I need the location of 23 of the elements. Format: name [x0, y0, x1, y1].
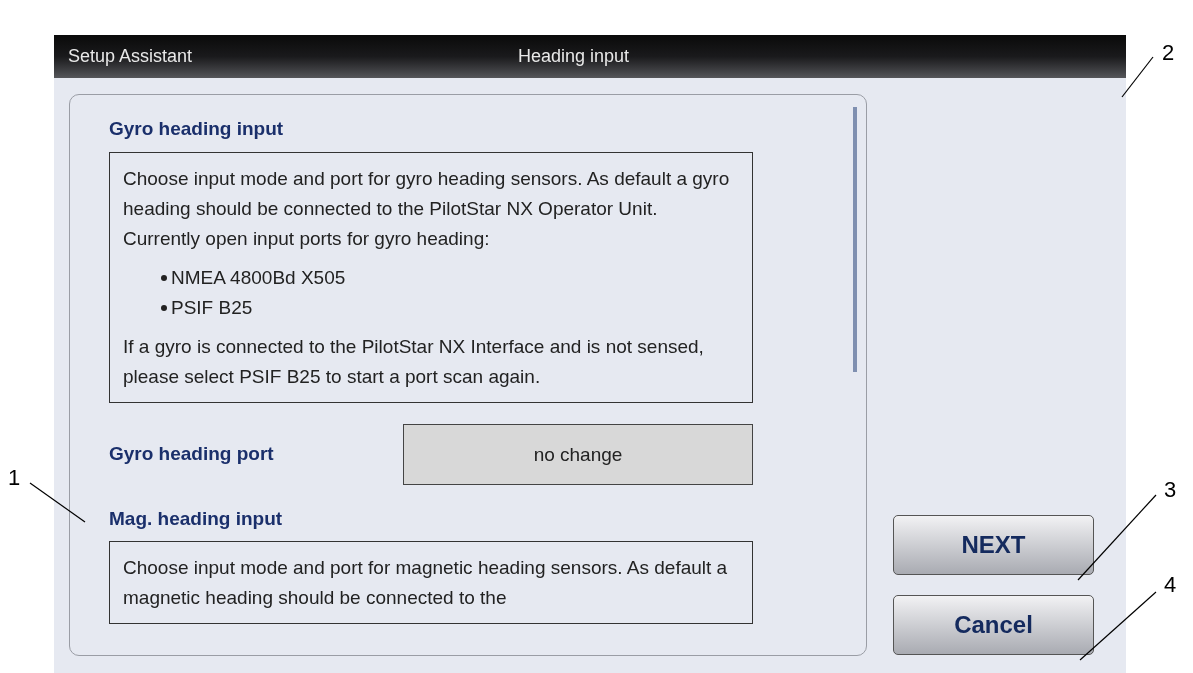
- dialog-button[interactable]: NEXT: [893, 515, 1094, 575]
- info-text: Choose input mode and port for magnetic heading sensors. As default a magnetic heading should be connected to the: [123, 556, 729, 610]
- bullet-icon: [161, 274, 167, 281]
- window-title: Heading input: [518, 45, 630, 68]
- port-name: NMEA 4800Bd X505: [171, 265, 346, 290]
- port-select[interactable]: no change: [403, 423, 753, 485]
- info-text: If a gyro is connected to the PilotStar NX Interface and is not sensed, please select PSIF B25 to start a port scan again.: [123, 334, 705, 389]
- section-heading: Mag. heading input: [109, 506, 284, 531]
- scrollbar-thumb[interactable]: [853, 107, 857, 372]
- callout-number: 3: [1164, 476, 1177, 504]
- leader-line: [1121, 56, 1154, 98]
- dialog-button[interactable]: Cancel: [893, 595, 1094, 655]
- info-text: Currently open input ports for gyro heading:: [123, 226, 491, 251]
- callout-number: 4: [1164, 571, 1177, 599]
- leader-line: [29, 482, 86, 523]
- callout-number: 1: [8, 464, 21, 492]
- port-name: PSIF B25: [171, 295, 253, 320]
- app-title: Setup Assistant: [68, 45, 193, 68]
- callout-number: 2: [1162, 39, 1175, 67]
- info-text: Choose input mode and port for gyro heading sensors. As default a gyro heading should be connected to the PilotStar NX Operator Unit.: [123, 166, 731, 221]
- bullet-icon: [161, 304, 167, 311]
- field-label: Gyro heading port: [109, 441, 275, 466]
- section-heading: Gyro heading input: [109, 117, 285, 141]
